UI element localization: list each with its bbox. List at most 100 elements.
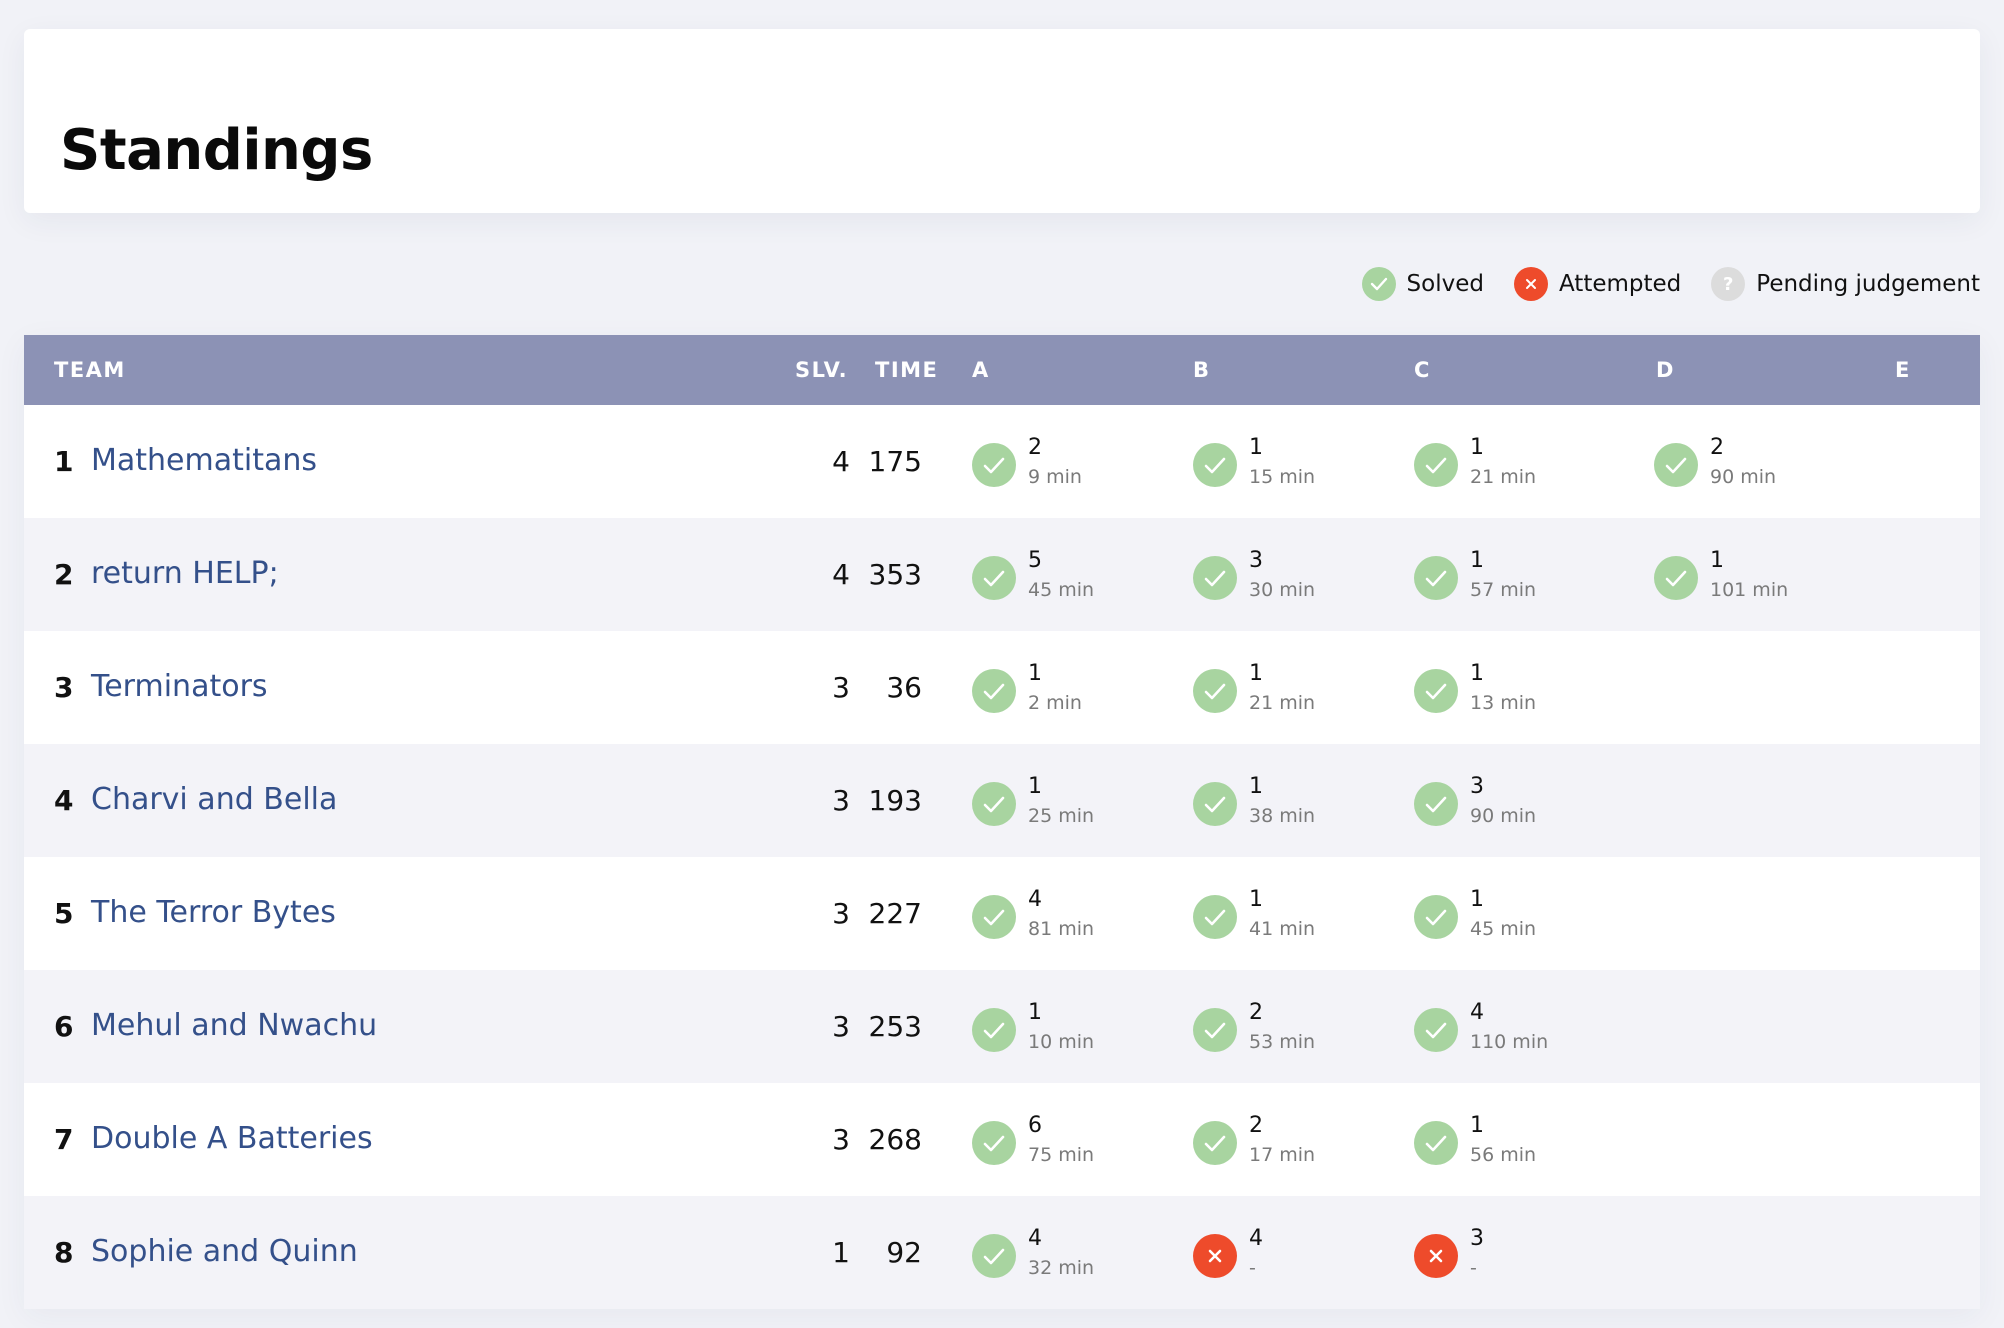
header-problem-e: E [1895,358,1911,382]
penalty-time: 36 [886,671,922,704]
check-icon [1193,443,1237,487]
table-row: 5 The Terror Bytes 3 227 4 81 min 1 41 min 1 45 m… [24,857,1980,970]
legend-item-pending: ? Pending judgement [1711,267,1980,301]
check-icon [972,1234,1016,1278]
solve-time: 25 min [1028,805,1095,827]
attempt-count: 1 [1028,661,1042,686]
solve-time: 30 min [1249,579,1316,601]
attempt-count: 2 [1028,435,1042,460]
check-icon [1193,782,1237,826]
header-team: TEAM [54,358,126,382]
check-icon [1414,1008,1458,1052]
table-row: 8 Sophie and Quinn 1 92 4 32 min 4 - 3 - [24,1196,1980,1309]
solve-time: 38 min [1249,805,1316,827]
attempt-count: 2 [1249,1113,1263,1138]
solve-time: 53 min [1249,1031,1316,1053]
check-icon [1414,669,1458,713]
solved-count: 3 [832,671,850,704]
cross-icon [1414,1234,1458,1278]
solve-time: 57 min [1470,579,1537,601]
table-header: TEAM SLV. TIME A B C D E [24,335,1980,405]
attempt-count: 1 [1249,774,1263,799]
check-icon [1414,895,1458,939]
check-icon [972,1008,1016,1052]
solved-count: 3 [832,1010,850,1043]
penalty-time: 92 [886,1236,922,1269]
legend-item-attempted: Attempted [1513,267,1681,301]
solved-count: 3 [832,897,850,930]
solve-time: 17 min [1249,1144,1316,1166]
header-solved: SLV. [795,358,849,382]
cross-icon [1193,1234,1237,1278]
team-name-link[interactable]: Sophie and Quinn [91,1234,358,1270]
solve-time: 21 min [1249,692,1316,714]
header-problem-d: D [1656,358,1675,382]
page-title: Standings [60,118,373,183]
penalty-time: 253 [868,1010,922,1043]
header-problem-a: A [972,358,990,382]
attempt-count: 5 [1028,548,1042,573]
team-name-link[interactable]: Mathematitans [91,443,317,479]
solve-time: 13 min [1470,692,1537,714]
check-icon [1654,556,1698,600]
attempt-count: 1 [1028,774,1042,799]
check-icon [1193,895,1237,939]
attempt-count: 1 [1470,887,1484,912]
penalty-time: 227 [868,897,922,930]
solve-time: 9 min [1028,466,1082,488]
table-row: 1 Mathematitans 4 175 2 9 min 1 15 min 1 21 min 2 9… [24,405,1980,518]
status-legend: Solved Attempted ? Pending judgement [1332,264,1980,304]
solve-time: 10 min [1028,1031,1095,1053]
attempt-count: 1 [1470,1113,1484,1138]
attempt-count: 6 [1028,1113,1042,1138]
team-name-link[interactable]: Terminators [91,669,268,705]
attempt-count: 2 [1710,435,1724,460]
table-body: 1 Mathematitans 4 175 2 9 min 1 15 min 1 21 min 2 9… [24,405,1980,1309]
attempt-count: 3 [1470,774,1484,799]
team-name-link[interactable]: The Terror Bytes [91,895,336,931]
team-rank: 1 [54,445,74,478]
solve-time: 32 min [1028,1257,1095,1279]
penalty-time: 175 [868,445,922,478]
check-icon [1414,556,1458,600]
attempt-count: 1 [1249,435,1263,460]
check-icon [1414,443,1458,487]
solve-time: 45 min [1028,579,1095,601]
header-problem-c: C [1414,358,1431,382]
check-icon [1193,1008,1237,1052]
attempt-count: 4 [1028,1226,1042,1251]
solve-time: - [1249,1257,1256,1279]
solve-time: 21 min [1470,466,1537,488]
check-icon [1414,1121,1458,1165]
solved-count: 3 [832,1123,850,1156]
solve-time: 81 min [1028,918,1095,940]
team-rank: 3 [54,671,74,704]
team-name-link[interactable]: Mehul and Nwachu [91,1008,377,1044]
check-icon [1361,267,1396,301]
penalty-time: 268 [868,1123,922,1156]
standings-table: TEAM SLV. TIME A B C D E 1 Mathematitans 4… [24,335,1980,1309]
check-icon [1193,669,1237,713]
attempt-count: 2 [1249,1000,1263,1025]
attempt-count: 4 [1249,1226,1263,1251]
solve-time: - [1470,1257,1477,1279]
attempt-count: 4 [1028,887,1042,912]
solved-count: 4 [832,445,850,478]
attempt-count: 1 [1249,887,1263,912]
team-rank: 4 [54,784,74,817]
team-rank: 7 [54,1123,74,1156]
solved-count: 3 [832,784,850,817]
attempt-count: 1 [1470,661,1484,686]
attempt-count: 1 [1470,435,1484,460]
solve-time: 56 min [1470,1144,1537,1166]
attempt-count: 3 [1249,548,1263,573]
penalty-time: 193 [868,784,922,817]
check-icon [972,669,1016,713]
check-icon [972,895,1016,939]
team-name-link[interactable]: Charvi and Bella [91,782,337,818]
solve-time: 90 min [1710,466,1777,488]
check-icon [972,1121,1016,1165]
team-rank: 5 [54,897,74,930]
team-name-link[interactable]: return HELP; [91,556,279,592]
team-name-link[interactable]: Double A Batteries [91,1121,373,1157]
